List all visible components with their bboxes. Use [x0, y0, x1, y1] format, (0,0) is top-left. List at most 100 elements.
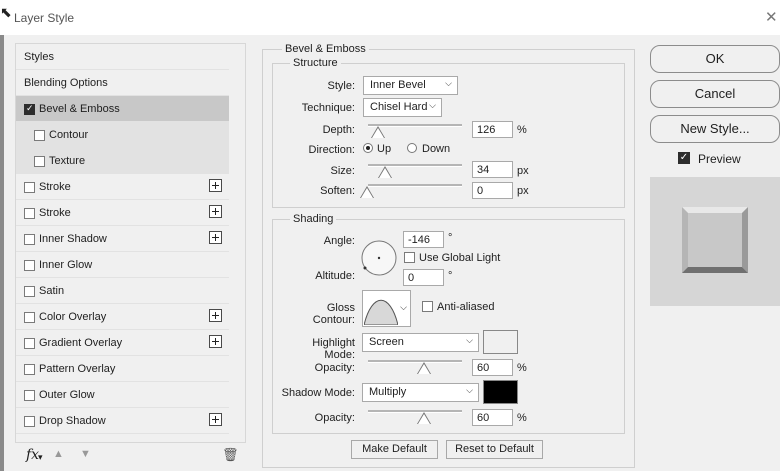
depth-slider-thumb-fill: [372, 128, 384, 138]
sidebar-item-contour[interactable]: Contour: [16, 122, 229, 148]
highlight-opacity-slider-thumb-fill: [418, 364, 430, 374]
sidebar-item-gradient-overlay[interactable]: Gradient Overlay: [16, 330, 229, 356]
shadow-opacity-slider-track[interactable]: [368, 410, 462, 413]
shadow-color-swatch[interactable]: [483, 380, 518, 404]
color-overlay-checkbox[interactable]: [24, 312, 35, 323]
contour-checkbox[interactable]: [34, 130, 45, 141]
add-drop-shadow-icon[interactable]: [209, 413, 222, 426]
altitude-label: Altitude:: [315, 270, 355, 282]
texture-checkbox[interactable]: [34, 156, 45, 167]
sidebar-item-blending-options[interactable]: Blending Options: [16, 70, 229, 96]
sidebar-item-drop-shadow[interactable]: Drop Shadow: [16, 408, 229, 434]
direction-label: Direction:: [308, 144, 355, 156]
soften-label: Soften:: [320, 185, 355, 197]
structure-title: Structure: [290, 57, 341, 69]
sidebar-item-label: Color Overlay: [39, 311, 107, 323]
satin-checkbox[interactable]: [24, 286, 35, 297]
highlight-color-swatch[interactable]: [483, 330, 518, 354]
sidebar-item-stroke[interactable]: Stroke: [16, 174, 229, 200]
shadow-opacity-field[interactable]: 60: [472, 409, 513, 426]
add-color-overlay-icon[interactable]: [209, 309, 222, 322]
add-gradient-overlay-icon[interactable]: [209, 335, 222, 348]
close-icon[interactable]: ✕: [765, 8, 778, 26]
mouse-cursor-icon: ⬉: [0, 4, 12, 20]
shadow-opacity-unit: %: [517, 412, 527, 424]
preview-label: Preview: [698, 152, 741, 166]
add-inner-shadow-icon[interactable]: [209, 231, 222, 244]
soften-field[interactable]: 0: [472, 182, 513, 199]
anti-aliased-checkbox[interactable]: [422, 301, 433, 312]
reset-to-default-button[interactable]: Reset to Default: [446, 440, 543, 459]
technique-select[interactable]: Chisel Hard ⌵: [363, 98, 442, 117]
altitude-field[interactable]: 0: [403, 269, 444, 286]
sidebar-item-inner-shadow[interactable]: Inner Shadow: [16, 226, 229, 252]
highlight-opacity-field[interactable]: 60: [472, 359, 513, 376]
move-up-icon[interactable]: ▲: [53, 448, 64, 460]
shadow-mode-select[interactable]: Multiply ⌵: [362, 383, 479, 402]
gradient-overlay-checkbox[interactable]: [24, 338, 35, 349]
preview-checkbox[interactable]: ✓: [678, 152, 690, 164]
sidebar-item-pattern-overlay[interactable]: Pattern Overlay: [16, 356, 229, 382]
add-stroke-icon[interactable]: [209, 205, 222, 218]
stroke-checkbox[interactable]: [24, 182, 35, 193]
ok-button[interactable]: OK: [650, 45, 780, 73]
angle-unit: °: [448, 232, 453, 244]
make-default-button[interactable]: Make Default: [351, 440, 438, 459]
shadow-mode-label: Shadow Mode:: [281, 387, 355, 399]
pattern-overlay-checkbox[interactable]: [24, 364, 35, 375]
preview-thumbnail: [682, 207, 748, 273]
size-label: Size:: [330, 165, 355, 177]
gloss-contour-picker[interactable]: ⌵: [362, 290, 411, 327]
depth-unit: %: [517, 124, 527, 136]
sidebar-item-texture[interactable]: Texture: [16, 148, 229, 174]
sidebar-item-label: Stroke: [39, 207, 71, 219]
angle-dial[interactable]: [360, 239, 398, 277]
sidebar-item-label: Contour: [49, 129, 89, 141]
highlight-mode-select[interactable]: Screen ⌵: [362, 333, 479, 352]
window-edge: [0, 35, 4, 471]
add-stroke-icon[interactable]: [209, 179, 222, 192]
style-select[interactable]: Inner Bevel ⌵: [363, 76, 458, 95]
sidebar-item-label: Texture: [49, 155, 86, 167]
bevel-emboss-title: Bevel & Emboss: [282, 43, 369, 55]
direction-up-radio[interactable]: [363, 143, 373, 153]
drop-shadow-checkbox[interactable]: [24, 416, 35, 427]
angle-field[interactable]: -146: [403, 231, 444, 248]
trash-icon[interactable]: 🗑: [222, 447, 239, 463]
soften-slider-track[interactable]: [368, 184, 462, 187]
move-down-icon[interactable]: ▼: [80, 448, 91, 460]
sidebar-item-stroke[interactable]: Stroke: [16, 200, 229, 226]
inner-shadow-checkbox[interactable]: [24, 234, 35, 245]
sidebar-item-outer-glow[interactable]: Outer Glow: [16, 382, 229, 408]
altitude-unit: °: [448, 270, 453, 282]
styles-list-scrollbar[interactable]: [229, 44, 244, 434]
inner-glow-checkbox[interactable]: [24, 260, 35, 271]
sidebar-item-label: Inner Glow: [39, 259, 93, 271]
size-field[interactable]: 34: [472, 161, 513, 178]
chevron-down-icon: ⌵: [400, 302, 407, 312]
direction-down-label: Down: [422, 143, 451, 155]
depth-field[interactable]: 126: [472, 121, 513, 138]
direction-down-radio[interactable]: [407, 143, 417, 153]
sidebar-item-styles[interactable]: Styles: [16, 44, 229, 70]
global-light-checkbox[interactable]: [404, 252, 415, 263]
sidebar-item-color-overlay[interactable]: Color Overlay: [16, 304, 229, 330]
stroke-checkbox[interactable]: [24, 208, 35, 219]
angle-label: Angle:: [323, 235, 355, 247]
new-style-button[interactable]: New Style...: [650, 115, 780, 143]
highlight-opacity-slider-track[interactable]: [368, 360, 462, 363]
bevel-emboss-checkbox[interactable]: [24, 103, 35, 115]
sidebar-item-bevel-emboss[interactable]: Bevel & Emboss: [16, 96, 229, 122]
highlight-opacity-label: Opacity:: [314, 362, 355, 374]
shadow-opacity-slider-thumb-fill: [418, 414, 430, 424]
cancel-button[interactable]: Cancel: [650, 80, 780, 108]
shadow-mode-value: Multiply: [369, 386, 407, 398]
chevron-down-icon: ⌵: [466, 335, 473, 345]
sidebar-item-satin[interactable]: Satin: [16, 278, 229, 304]
window-title: Layer Style: [14, 11, 75, 25]
highlight-mode-value: Screen: [369, 336, 404, 348]
fx-dropdown-icon: ▾: [38, 452, 43, 462]
sidebar-item-inner-glow[interactable]: Inner Glow: [16, 252, 229, 278]
anti-aliased-label: Anti-aliased: [437, 301, 495, 313]
outer-glow-checkbox[interactable]: [24, 390, 35, 401]
